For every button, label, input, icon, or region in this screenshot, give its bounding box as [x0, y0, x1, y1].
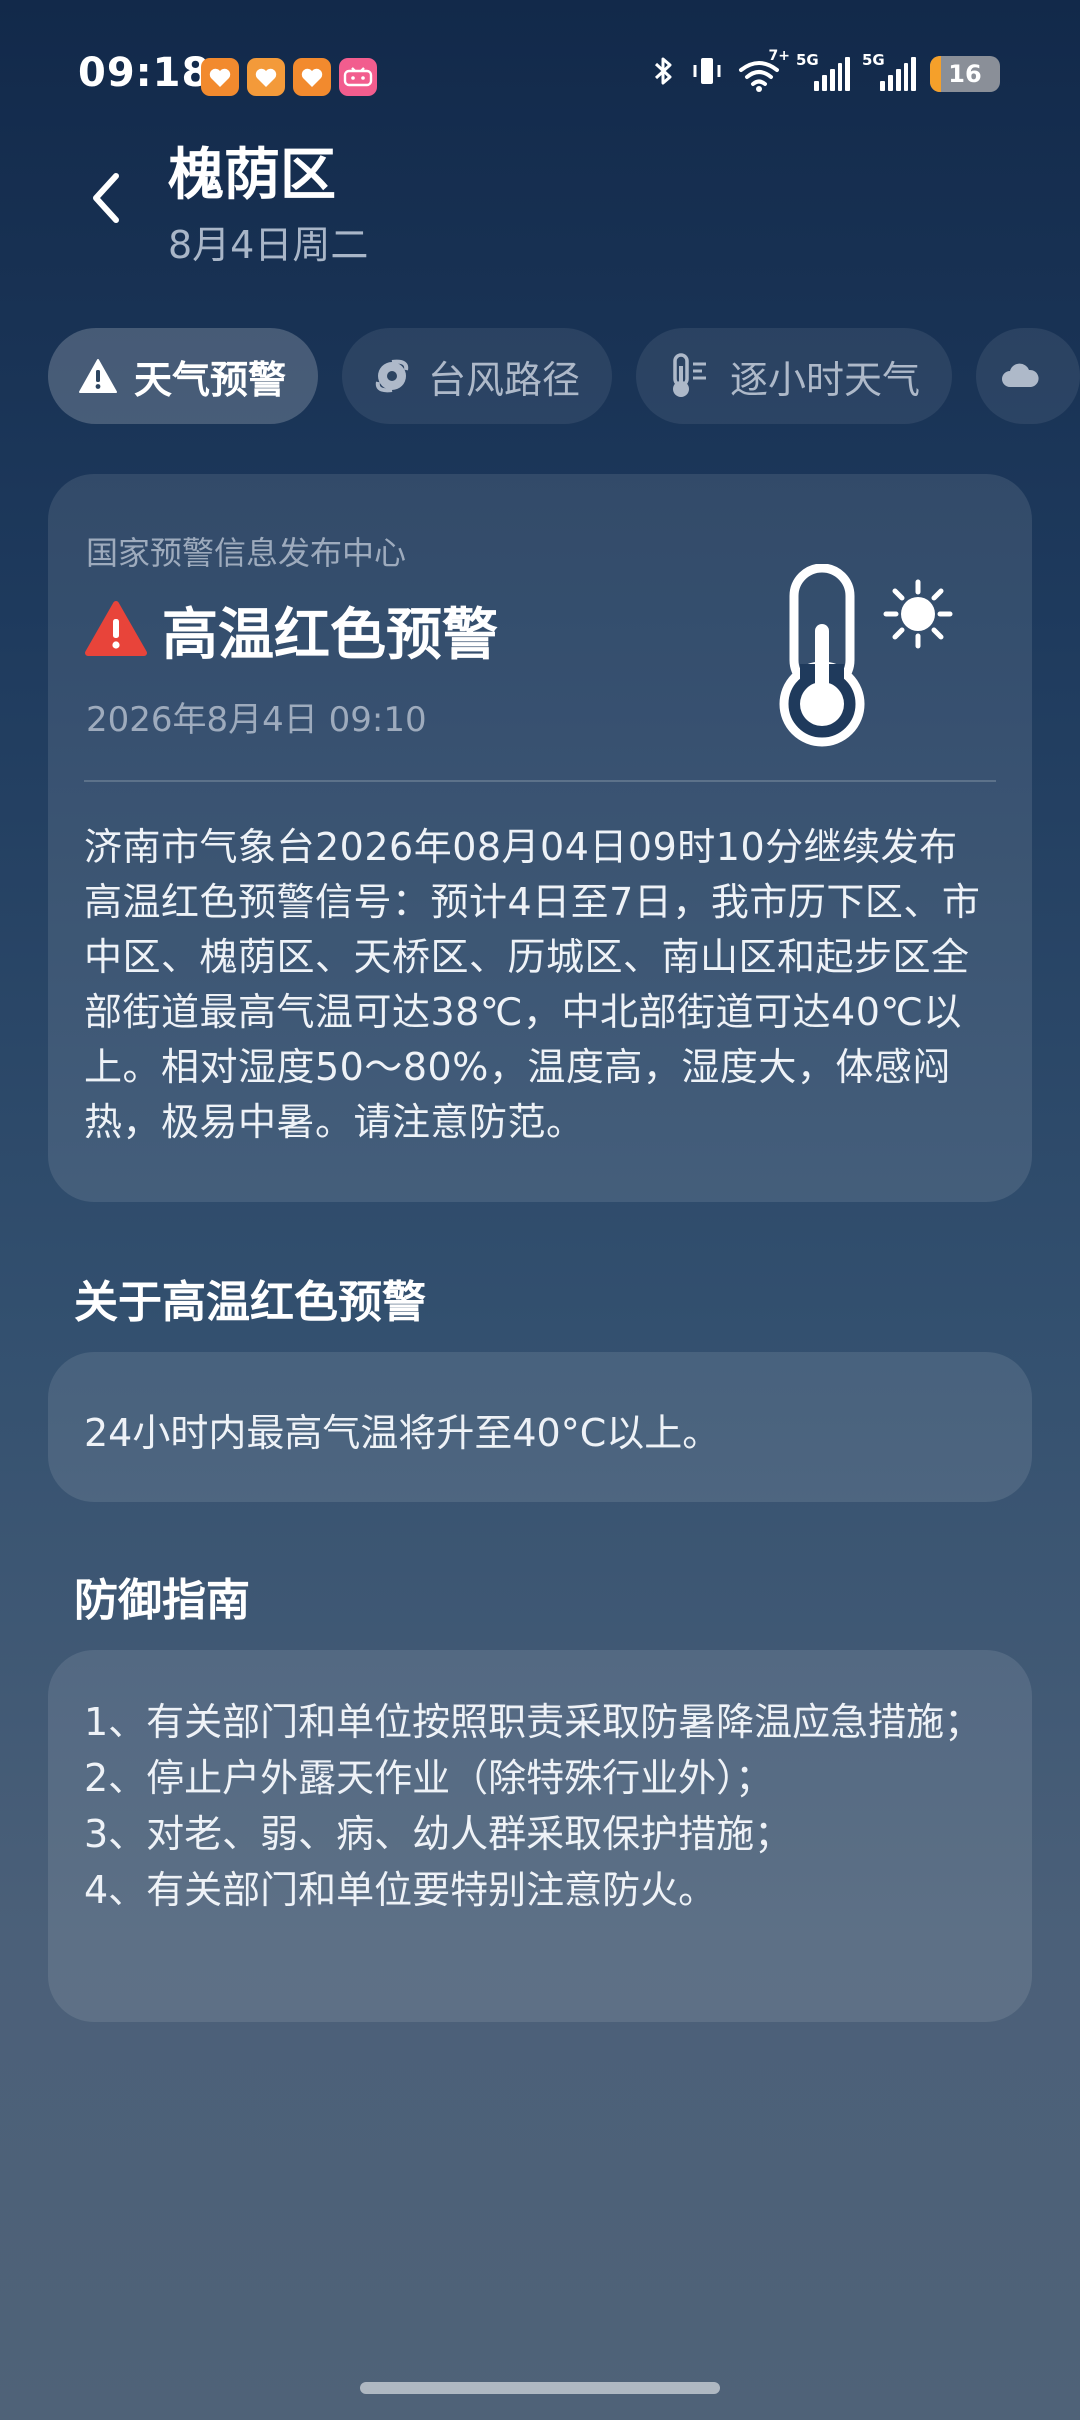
status-indicators: 7+ 5G 5G 16	[652, 48, 1000, 93]
card-divider	[84, 780, 996, 782]
warning-card: 国家预警信息发布中心 高温红色预警 2026年8月4日 09:10 济南市气象台…	[48, 474, 1032, 1202]
tab-hourly-weather[interactable]: 逐小时天气	[636, 328, 953, 424]
guide-item: 2、停止户外露天作业（除特殊行业外）；	[84, 1756, 774, 1800]
guide-list: 1、有关部门和单位按照职责采取防暑降温应急措施； 2、停止户外露天作业（除特殊行…	[84, 1694, 996, 1918]
tab-label: 台风路径	[428, 357, 581, 402]
bilibili-app-icon	[339, 58, 377, 96]
about-text: 24小时内最高气温将升至40°C以上。	[84, 1411, 721, 1455]
signal-1-label: 5G	[796, 50, 819, 69]
warning-title-row: 高温红色预警	[84, 590, 498, 671]
warning-icon	[78, 358, 118, 394]
warning-title: 高温红色预警	[162, 603, 498, 668]
page-title: 槐荫区	[168, 143, 336, 208]
wifi-icon: 7+	[738, 48, 790, 92]
cloud-icon	[1000, 361, 1040, 391]
app-heart-3-icon	[293, 58, 331, 96]
tab-label: 逐小时天气	[730, 357, 921, 402]
battery-fill	[930, 55, 942, 92]
thermometer-sun-illustration-icon	[768, 563, 958, 758]
notification-app-icons	[201, 58, 377, 96]
status-time: 09:18	[78, 50, 211, 96]
about-heading: 关于高温红色预警	[74, 1277, 426, 1328]
battery-level: 16	[948, 59, 982, 88]
back-button[interactable]	[78, 160, 134, 236]
page-subtitle: 8月4日周二	[168, 223, 369, 267]
signal-2-icon: 5G	[862, 51, 917, 91]
signal-1-icon: 5G	[796, 51, 851, 91]
warning-body: 济南市气象台2026年08月04日09时10分继续发布高温红色预警信号：预计4日…	[84, 825, 981, 1144]
guide-item: 1、有关部门和单位按照职责采取防暑降温应急措施；	[84, 1700, 983, 1744]
guide-card: 1、有关部门和单位按照职责采取防暑降温应急措施； 2、停止户外露天作业（除特殊行…	[48, 1650, 1032, 2022]
tab-bar: 天气预警 台风路径 逐小时天气	[48, 328, 1080, 424]
signal-2-label: 5G	[862, 50, 885, 69]
guide-heading: 防御指南	[74, 1575, 250, 1626]
about-card: 24小时内最高气温将升至40°C以上。	[48, 1352, 1032, 1502]
thermometer-icon	[666, 352, 714, 400]
vibrate-icon	[690, 54, 724, 93]
tab-more[interactable]	[976, 328, 1080, 424]
warning-issuer: 国家预警信息发布中心	[86, 534, 407, 572]
guide-item: 4、有关部门和单位要特别注意防火。	[84, 1868, 717, 1912]
app-heart-1-icon	[201, 58, 239, 96]
battery-icon: 16	[930, 55, 1000, 92]
tab-label: 天气预警	[134, 357, 287, 402]
typhoon-icon	[372, 356, 412, 396]
tab-typhoon-path[interactable]: 台风路径	[342, 328, 613, 424]
home-indicator[interactable]	[360, 2382, 720, 2394]
tab-weather-warning[interactable]: 天气预警	[48, 328, 319, 424]
bluetooth-icon	[652, 54, 676, 93]
alert-triangle-icon	[84, 600, 148, 662]
chevron-left-icon	[93, 173, 119, 223]
status-bar: 09:18 7+ 5G 5G 16	[0, 0, 1080, 150]
warning-time: 2026年8月4日 09:10	[86, 700, 427, 740]
app-heart-2-icon	[247, 58, 285, 96]
wifi-label: 7+	[768, 47, 790, 64]
guide-item: 3、对老、弱、病、幼人群采取保护措施；	[84, 1812, 793, 1856]
